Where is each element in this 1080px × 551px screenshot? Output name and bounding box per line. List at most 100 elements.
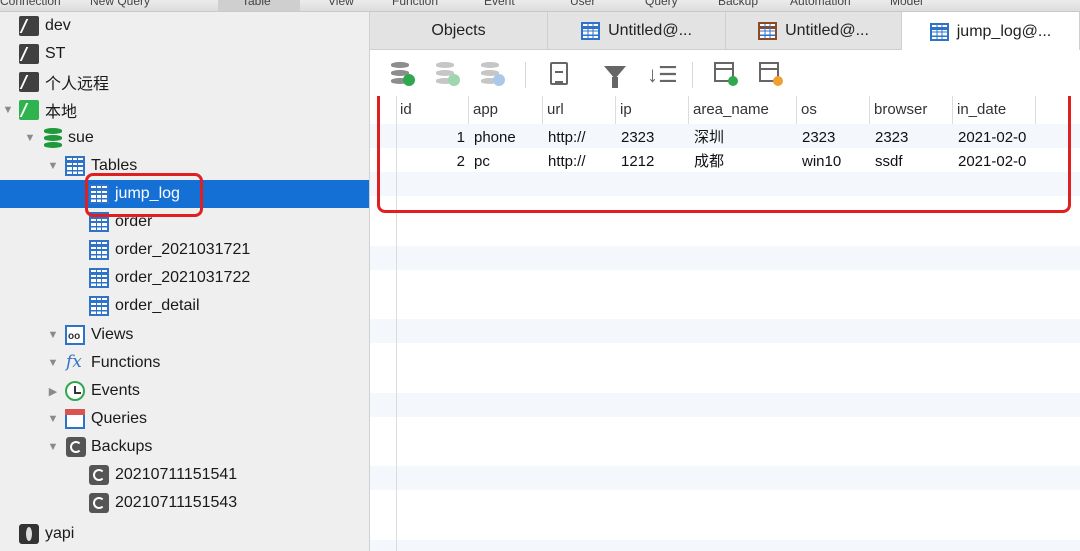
table-cell[interactable]: 2323 <box>617 126 689 150</box>
chevron-down-icon[interactable]: ▼ <box>47 413 59 425</box>
commit-button[interactable] <box>435 62 460 86</box>
toolbar-model[interactable]: Model <box>890 0 923 8</box>
import-icon[interactable] <box>714 62 738 86</box>
backup-icon <box>66 437 86 457</box>
toolbar-function[interactable]: Function <box>392 0 438 8</box>
tree-item-st[interactable]: ST <box>0 40 369 68</box>
table-cell[interactable]: phone <box>470 126 543 150</box>
tree-item-order-detail[interactable]: order_detail <box>0 292 369 320</box>
tree-item-sue[interactable]: ▼ sue <box>0 124 369 152</box>
chevron-down-icon[interactable]: ▼ <box>24 132 36 144</box>
table-cell[interactable]: 1 <box>396 126 469 150</box>
column-header-id[interactable]: id <box>396 96 469 124</box>
table-cell[interactable]: win10 <box>798 150 870 174</box>
table-cell[interactable]: 2323 <box>871 126 953 150</box>
table-cell[interactable]: pc <box>470 150 543 174</box>
tree-item-remote[interactable]: 个人远程 <box>0 68 369 96</box>
tree-item-label: Queries <box>91 410 148 427</box>
tree-item-order-2021031722[interactable]: order_2021031722 <box>0 264 369 292</box>
table-cell[interactable]: ssdf <box>871 150 953 174</box>
toolbar-table[interactable]: Table <box>242 0 271 8</box>
chevron-down-icon[interactable]: ▼ <box>47 357 59 369</box>
column-header-area-name[interactable]: area_name <box>689 96 797 124</box>
row-stripe <box>370 319 1080 343</box>
tree-item-dev[interactable]: dev <box>0 12 369 40</box>
tree-item-label: dev <box>45 17 71 34</box>
tree-item-queries[interactable]: ▼ Queries <box>0 405 369 433</box>
column-header-url[interactable]: url <box>543 96 616 124</box>
mongodb-icon <box>19 524 39 544</box>
chevron-right-icon[interactable]: ▶ <box>47 385 59 398</box>
column-header-browser[interactable]: browser <box>870 96 953 124</box>
toolbar-connection[interactable]: Connection <box>0 0 61 8</box>
table-cell[interactable]: 1212 <box>617 150 689 174</box>
tree-item-label: order_2021031722 <box>115 269 251 286</box>
text-view-icon[interactable] <box>550 62 568 85</box>
tree-item-local[interactable]: ▼ 本地 <box>0 96 369 124</box>
toolbar-new-query[interactable]: New Query <box>90 0 150 8</box>
table-cell[interactable]: 2021-02-0 <box>954 150 1036 174</box>
table-cell[interactable]: 2323 <box>798 126 870 150</box>
begin-transaction-button[interactable] <box>390 62 415 86</box>
tree-item-events[interactable]: ▶ Events <box>0 377 369 405</box>
column-header-os[interactable]: os <box>797 96 870 124</box>
row-stripe <box>370 540 1080 551</box>
filter-icon[interactable] <box>604 66 626 88</box>
tree-item-label: 20210711151543 <box>115 494 238 511</box>
export-icon[interactable] <box>759 62 783 86</box>
tree-item-functions[interactable]: ▼ fx Functions <box>0 349 369 377</box>
tab-label: Untitled@... <box>785 22 869 39</box>
column-header-in-date[interactable]: in_date <box>953 96 1036 124</box>
tree-item-label: sue <box>68 129 94 146</box>
toolbar-user[interactable]: User <box>570 0 595 8</box>
toolbar-view[interactable]: View <box>328 0 354 8</box>
chevron-down-icon[interactable]: ▼ <box>2 104 14 116</box>
table-cell[interactable]: 2 <box>396 150 469 174</box>
toolbar-backup[interactable]: Backup <box>718 0 758 8</box>
tree-item-order-2021031721[interactable]: order_2021031721 <box>0 236 369 264</box>
table-cell[interactable]: 深圳 <box>690 126 797 150</box>
tree-item-jump-log[interactable]: jump_log <box>0 180 369 208</box>
chevron-down-icon[interactable]: ▼ <box>47 160 59 172</box>
table-cell[interactable]: http:// <box>544 150 616 174</box>
table-cell[interactable]: 成都 <box>690 150 797 174</box>
tree-item-backup-20210711151543[interactable]: 20210711151543 <box>0 489 369 517</box>
database-icon <box>44 128 62 148</box>
toolbar-divider <box>525 62 526 88</box>
tree-item-backup-20210711151541[interactable]: 20210711151541 <box>0 461 369 489</box>
tab-objects[interactable]: Objects <box>370 12 548 50</box>
toolbar-query[interactable]: Query <box>645 0 678 8</box>
table-icon <box>89 184 109 204</box>
table-icon <box>89 296 109 316</box>
column-header-ip[interactable]: ip <box>616 96 689 124</box>
tree-item-label: 本地 <box>45 104 78 121</box>
tree-item-views[interactable]: ▼ Views <box>0 321 369 349</box>
table-icon <box>89 240 109 260</box>
tab-untitled-query-2[interactable]: Untitled@... <box>726 12 902 50</box>
row-stripe <box>370 246 1080 270</box>
tree-item-label: ST <box>45 45 66 62</box>
toolbar-automation[interactable]: Automation <box>790 0 851 8</box>
chevron-down-icon[interactable]: ▼ <box>47 329 59 341</box>
sort-icon[interactable]: ↓☰ <box>647 62 678 88</box>
tree-item-backups[interactable]: ▼ Backups <box>0 433 369 461</box>
table-icon <box>929 22 949 41</box>
tree-item-yapi[interactable]: yapi <box>0 520 369 548</box>
tree-item-tables[interactable]: ▼ Tables <box>0 152 369 180</box>
tab-untitled-query-1[interactable]: Untitled@... <box>548 12 726 50</box>
tab-label: Objects <box>431 22 486 39</box>
table-cell[interactable]: http:// <box>544 126 616 150</box>
tree-item-order[interactable]: order <box>0 208 369 236</box>
tab-jump-log[interactable]: jump_log@... <box>902 12 1080 51</box>
tree-item-label: Events <box>91 382 140 399</box>
rollback-button[interactable] <box>480 62 505 86</box>
column-header-app[interactable]: app <box>469 96 543 124</box>
table-cell[interactable]: 2021-02-0 <box>954 126 1036 150</box>
tab-label: jump_log@... <box>956 22 1052 40</box>
query-table-icon <box>758 22 778 40</box>
tree-item-label: order_2021031721 <box>115 241 251 258</box>
chevron-down-icon[interactable]: ▼ <box>47 441 59 453</box>
table-icon <box>65 156 85 176</box>
toolbar-event[interactable]: Event <box>484 0 515 8</box>
main-toolbar: Connection New Query Table View Function… <box>0 0 1080 12</box>
